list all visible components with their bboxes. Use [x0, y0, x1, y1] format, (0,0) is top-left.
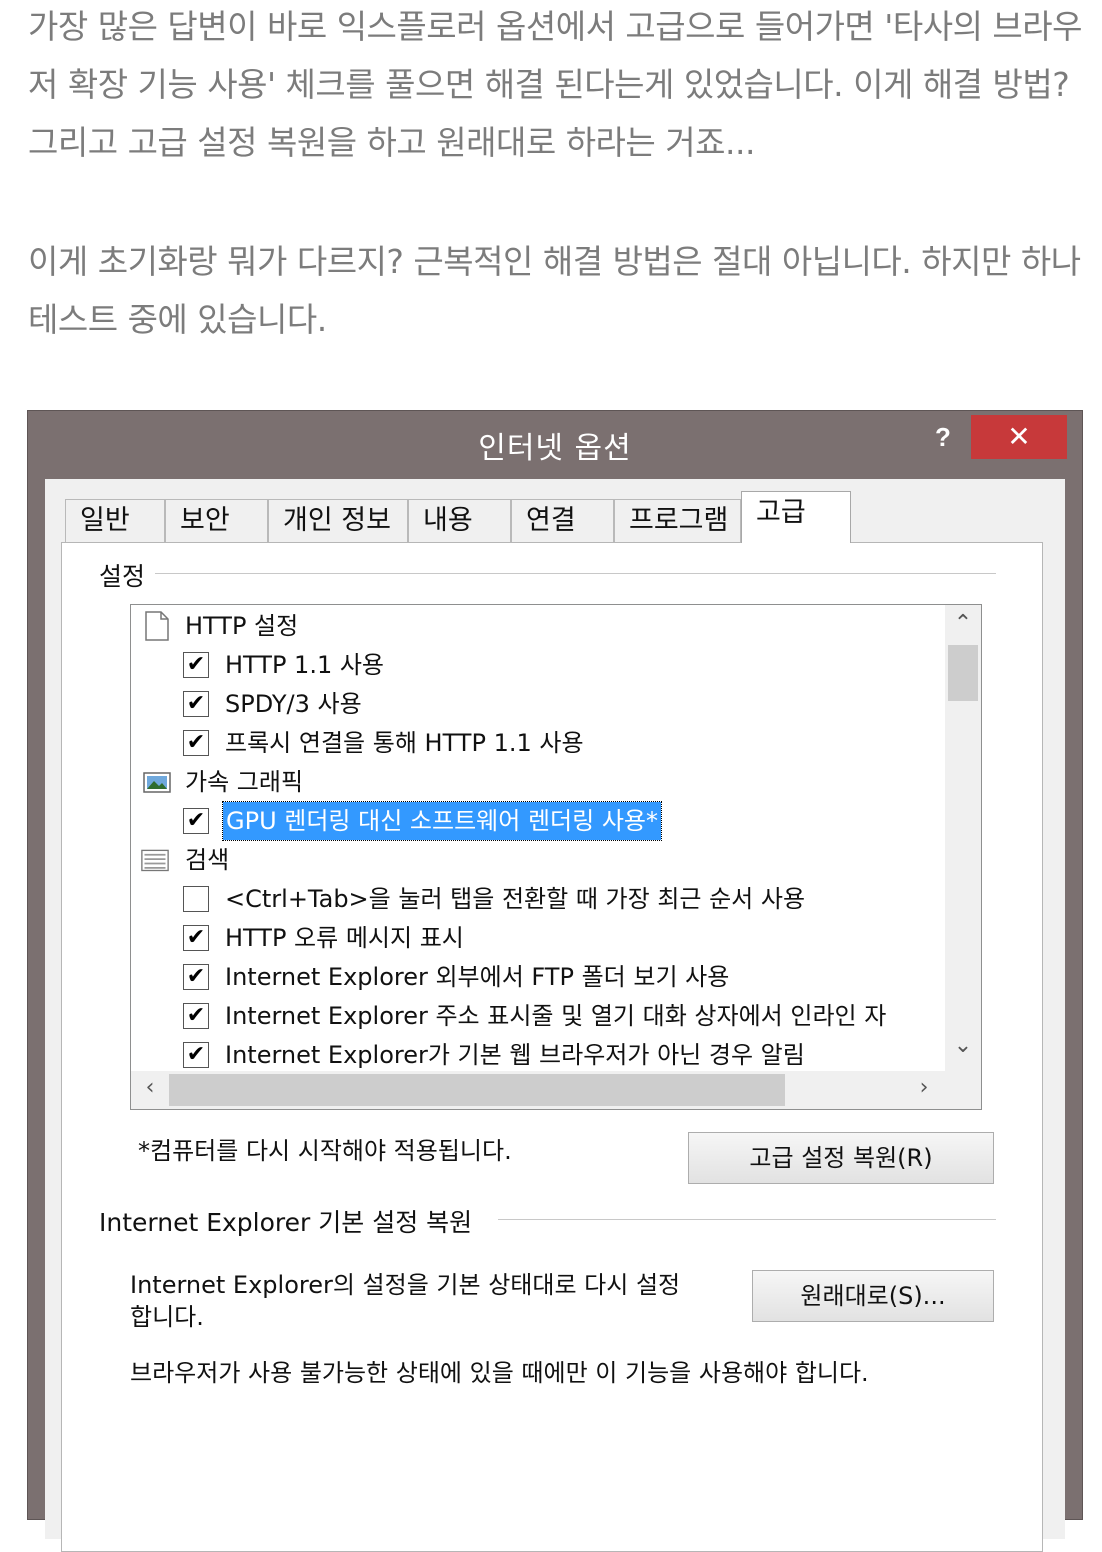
setting-label: Internet Explorer가 기본 웹 브라우저가 아닌 경우 알림 [225, 1041, 805, 1069]
tab-programs[interactable]: 프로그램 [614, 499, 741, 543]
vertical-scroll-thumb[interactable] [948, 645, 978, 701]
article-paragraph-1: 가장 많은 답변이 바로 익스플로러 옵션에서 고급으로 들어가면 '타사의 브… [28, 7, 1083, 162]
horizontal-scrollbar[interactable]: ‹ › [131, 1071, 947, 1109]
checkbox[interactable] [183, 886, 209, 912]
horizontal-scroll-thumb[interactable] [169, 1074, 785, 1106]
title-bar[interactable]: 인터넷 옵션 ? ✕ [28, 411, 1082, 477]
internet-options-dialog: 인터넷 옵션 ? ✕ 일반 보안 개인 정보 내용 연결 프로그램 고급 설정 [27, 410, 1083, 1552]
settings-listbox[interactable]: HTTP 설정 ✔ HTTP 1.1 사용 ✔ SPDY/3 사용 ✔ 프록시 … [130, 604, 982, 1110]
checkbox[interactable]: ✔ [183, 1003, 209, 1029]
tab-general[interactable]: 일반 [65, 499, 165, 543]
image-icon [143, 772, 171, 793]
setting-label: Internet Explorer 주소 표시줄 및 열기 대화 상자에서 인라… [225, 1002, 887, 1030]
close-button[interactable]: ✕ [971, 415, 1067, 459]
scroll-up-icon[interactable]: ⌃ [948, 611, 978, 636]
setting-label: SPDY/3 사용 [225, 690, 362, 718]
dialog-title: 인터넷 옵션 [478, 431, 632, 466]
list-icon [141, 849, 169, 872]
setting-label-selected: GPU 렌더링 대신 소프트웨어 렌더링 사용* [222, 801, 662, 841]
category-label: 검색 [185, 846, 230, 874]
vertical-scrollbar[interactable]: ⌃ ⌄ [945, 605, 981, 1071]
category-label: HTTP 설정 [185, 612, 299, 640]
checkbox[interactable]: ✔ [183, 964, 209, 990]
reset-description-line2: 합니다. [130, 1303, 204, 1331]
tab-security[interactable]: 보안 [165, 499, 268, 543]
tab-privacy[interactable]: 개인 정보 [268, 499, 408, 543]
checkbox[interactable]: ✔ [183, 925, 209, 951]
restart-note: *컴퓨터를 다시 시작해야 적용됩니다. [138, 1137, 512, 1165]
help-button[interactable]: ? [925, 417, 961, 457]
scrollbar-corner [945, 1071, 981, 1109]
checkbox[interactable]: ✔ [183, 691, 209, 717]
category-label: 가속 그래픽 [185, 768, 304, 796]
setting-label: 프록시 연결을 통해 HTTP 1.1 사용 [225, 729, 584, 757]
article-paragraph-2: 이게 초기화랑 뭐가 다르지? 근복적인 해결 방법은 절대 아닙니다. 하지만… [28, 242, 1081, 339]
settings-group-label: 설정 [99, 557, 156, 593]
checkbox[interactable]: ✔ [183, 808, 209, 834]
page-icon [145, 611, 169, 641]
scroll-right-icon[interactable]: › [909, 1075, 939, 1100]
tab-connections[interactable]: 연결 [511, 499, 614, 543]
checkbox[interactable]: ✔ [183, 730, 209, 756]
checkbox[interactable]: ✔ [183, 652, 209, 678]
tab-advanced[interactable]: 고급 [741, 491, 851, 543]
scroll-left-icon[interactable]: ‹ [135, 1075, 165, 1100]
restore-advanced-settings-button[interactable]: 고급 설정 복원(R) [688, 1132, 994, 1184]
reset-description-line1: Internet Explorer의 설정을 기본 상태대로 다시 설정 [130, 1271, 681, 1299]
setting-label: <Ctrl+Tab>을 눌러 탭을 전환할 때 가장 최근 순서 사용 [225, 885, 806, 913]
dialog-client-area: 일반 보안 개인 정보 내용 연결 프로그램 고급 설정 HTTP 설정 ✔ H… [45, 479, 1065, 1552]
setting-label: HTTP 1.1 사용 [225, 651, 385, 679]
reset-button[interactable]: 원래대로(S)... [752, 1270, 994, 1322]
close-icon: ✕ [1007, 420, 1031, 453]
setting-label: HTTP 오류 메시지 표시 [225, 924, 464, 952]
scroll-down-icon[interactable]: ⌄ [948, 1033, 978, 1058]
setting-label: Internet Explorer 외부에서 FTP 폴더 보기 사용 [225, 963, 730, 991]
reset-group-label: Internet Explorer 기본 설정 복원 [99, 1203, 483, 1239]
tab-content[interactable]: 내용 [408, 499, 511, 543]
advanced-tab-panel: 설정 HTTP 설정 ✔ HTTP 1.1 사용 ✔ SPDY/3 사용 ✔ 프… [61, 542, 1043, 1552]
reset-warning: 브라우저가 사용 불가능한 상태에 있을 때에만 이 기능을 사용해야 합니다. [130, 1359, 869, 1387]
checkbox[interactable]: ✔ [183, 1042, 209, 1068]
